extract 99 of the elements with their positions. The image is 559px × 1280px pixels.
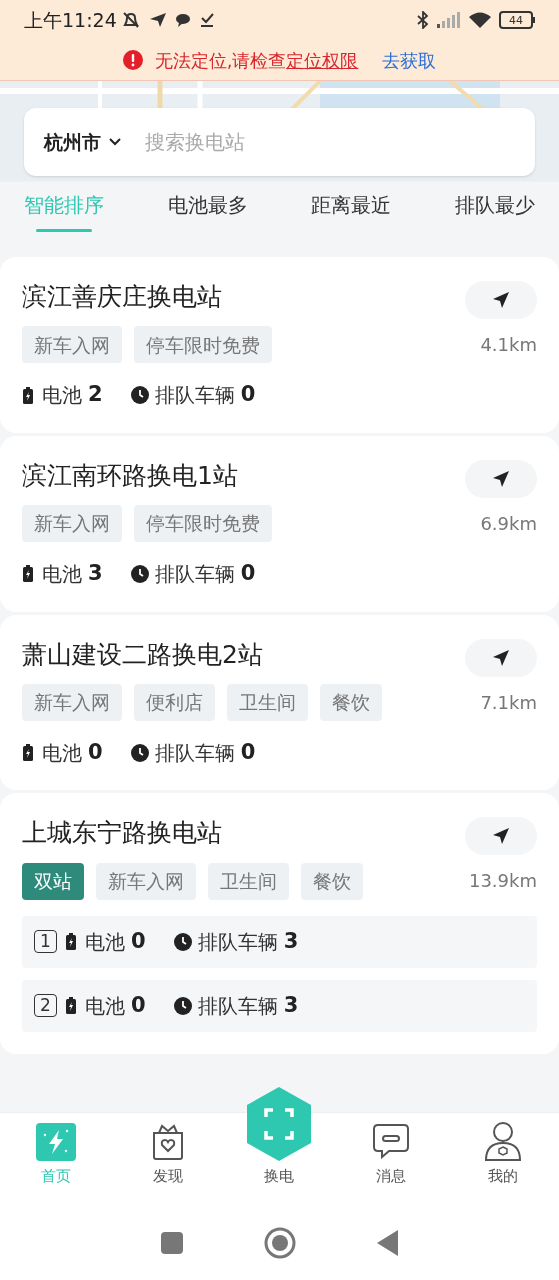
queue-count: 3 [283,991,299,1019]
sort-tab[interactable]: 排队最少 [454,190,535,232]
download-done-icon [198,12,215,28]
tag: 新车入网 [96,862,196,900]
nav-label: 发现 [152,1165,183,1187]
battery-count: 0 [88,738,103,766]
nav-label: 首页 [40,1165,71,1187]
search-field[interactable]: 搜索换电站 [145,127,515,157]
search-bar[interactable]: 杭州市 搜索换电站 [24,108,535,176]
navigate-button[interactable] [465,459,537,498]
queue-label: 排队车辆 [154,560,235,588]
city-selector[interactable]: 杭州市 [44,127,101,157]
queue-count: 0 [240,381,256,409]
tag: 停车限时免费 [134,326,272,364]
distance: 4.1km [480,333,537,357]
muted-bell-icon [120,11,141,29]
queue-label: 排队车辆 [197,992,278,1020]
unit-number: 1 [34,930,57,953]
nav-label: 我的 [488,1165,519,1187]
queue-count: 0 [240,560,256,587]
lightning-icon [35,1122,76,1161]
signal-icon [437,12,461,28]
clock-icon [173,996,192,1015]
nav-tab[interactable]: 发现 [111,1122,224,1187]
permission-link[interactable]: 定位权限 [286,46,359,74]
battery-label: 电池 [42,382,82,409]
navigation-arrow-icon [492,469,510,488]
queue-label: 排队车辆 [154,739,235,767]
station-card[interactable]: 上城东宁路换电站 双站 新车入网 卫生间 餐饮 13.9km 1 电池 0 排队车辆 3 2 电池 0 排队车辆 3 [0,793,559,1054]
navigate-button[interactable] [465,638,537,677]
battery-label: 电池 [85,928,125,956]
wifi-icon [469,12,491,28]
navigate-button[interactable] [465,281,537,319]
battery-icon [65,933,77,950]
nav-tab[interactable]: 换电 [223,1086,336,1187]
get-permission-link[interactable]: 去获取 [382,46,437,74]
tag: 双站 [22,862,84,900]
home-button[interactable] [263,1226,296,1259]
tag: 卫生间 [208,862,289,900]
battery-icon [22,744,34,761]
queue-label: 排队车辆 [197,928,278,956]
warning-message: 无法定位,请检查 [154,48,287,73]
distance: 6.9km [480,511,537,536]
sort-tab[interactable]: 距离最近 [311,190,392,232]
battery-icon [22,386,34,404]
battery-indicator: 44 [499,11,535,29]
battery-count: 0 [131,991,146,1019]
station-card[interactable]: 滨江善庆庄换电站 新车入网 停车限时免费 4.1km 电池 2 排队车辆 0 [0,257,559,433]
nav-label: 换电 [264,1165,295,1187]
nav-tab[interactable]: 我的 [447,1120,559,1187]
unit-number: 2 [34,994,57,1017]
clock-icon [130,743,149,762]
battery-count: 2 [88,381,103,409]
status-time: 上午11:24 [24,7,117,33]
distance: 7.1km [480,690,537,715]
chat-icon [174,13,191,27]
battery-label: 电池 [85,992,125,1020]
station-card[interactable]: 萧山建设二路换电2站 新车入网 便利店 卫生间 餐饮 7.1km 电池 0 排队车辆 0 [0,614,559,791]
battery-count: 0 [131,927,146,955]
recents-button[interactable] [160,1231,183,1254]
tag: 便利店 [134,683,215,721]
clock-icon [173,932,192,951]
person-icon [484,1120,523,1161]
queue-count: 3 [283,927,299,955]
nav-tab[interactable]: 消息 [335,1122,448,1187]
alert-icon [122,50,143,70]
navigation-arrow-icon [492,648,510,667]
station-name: 上城东宁路换电站 [22,817,223,849]
station-name: 滨江善庆庄换电站 [22,281,223,313]
tag: 新车入网 [22,683,122,721]
battery-label: 电池 [42,560,82,588]
tag: 停车限时免费 [134,505,272,542]
battery-label: 电池 [42,739,82,767]
bluetooth-icon [417,11,429,29]
queue-count: 0 [240,738,256,766]
queue-label: 排队车辆 [154,382,235,409]
station-card[interactable]: 滨江南环路换电1站 新车入网 停车限时免费 6.9km 电池 3 排队车辆 0 [0,435,559,612]
navigation-arrow-icon [492,291,510,309]
station-name: 萧山建设二路换电2站 [22,638,264,670]
chat-bubble-icon [372,1122,411,1161]
back-button[interactable] [376,1229,399,1256]
clock-icon [130,564,149,583]
tag: 餐饮 [320,683,382,721]
clock-icon [130,386,149,404]
tag: 卫生间 [227,683,308,721]
battery-icon [65,997,77,1014]
chevron-down-icon [109,138,121,146]
station-name: 滨江南环路换电1站 [22,459,239,491]
send-icon [148,12,167,28]
navigation-arrow-icon [492,827,510,846]
tag: 新车入网 [22,326,122,364]
sort-tab[interactable]: 电池最多 [167,190,248,232]
nav-label: 消息 [376,1165,407,1187]
navigate-button[interactable] [465,817,537,856]
tag: 餐饮 [301,862,363,900]
battery-icon [22,565,34,583]
distance: 13.9km [468,869,537,894]
battery-count: 3 [88,560,103,587]
tag: 新车入网 [22,505,122,542]
